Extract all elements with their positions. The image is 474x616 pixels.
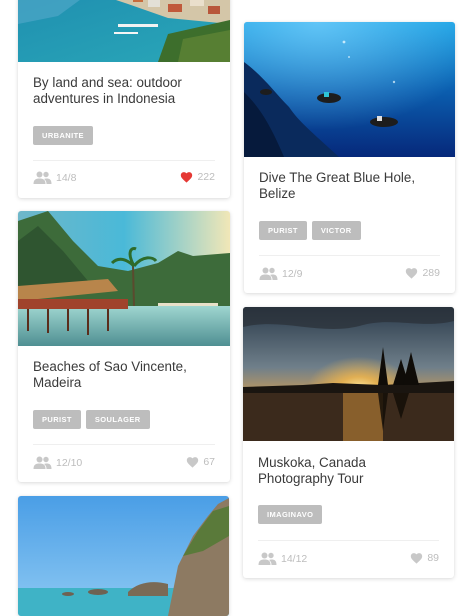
card-image[interactable] [243,307,454,441]
like-count[interactable]: 289 [405,267,440,279]
heart-icon[interactable] [186,456,199,468]
like-value: 222 [197,171,215,183]
card-title[interactable]: Muskoka, Canada Photography Tour [258,455,439,487]
heart-icon[interactable] [410,552,423,564]
travelers-count: 14/8 [33,171,76,184]
trip-card[interactable]: Muskoka, Canada Photography Tour IMAGINA… [243,307,454,578]
trip-card[interactable]: By land and sea: outdoor adventures in I… [18,0,230,198]
heart-icon[interactable] [405,267,418,279]
like-count[interactable]: 67 [186,456,215,468]
tag-badge[interactable]: PURIST [33,410,81,429]
people-icon [33,171,52,184]
people-icon [33,456,52,469]
trip-card[interactable] [18,496,229,616]
divider [33,160,215,161]
tag-badge[interactable]: URBANITE [33,126,93,145]
heart-icon[interactable] [180,171,193,183]
travelers-count: 14/12 [258,552,307,565]
divider [33,444,215,445]
card-image[interactable] [18,496,229,616]
travelers-value: 12/10 [56,456,83,469]
divider [258,540,439,541]
tag-badge[interactable]: SOULAGER [85,410,150,429]
travelers-value: 14/8 [56,171,77,184]
travelers-count: 12/9 [259,267,302,280]
travelers-value: 14/12 [281,552,308,565]
card-image[interactable] [18,211,230,346]
divider [259,255,440,256]
card-image[interactable] [18,0,230,62]
tag-badge[interactable]: PURIST [259,221,307,240]
trip-card[interactable]: Beaches of Sao Vincente, Madeira PURIST … [18,211,230,482]
card-title[interactable]: Dive The Great Blue Hole, Belize [259,170,440,202]
like-count[interactable]: 222 [180,171,215,183]
people-icon [258,552,277,565]
card-title[interactable]: By land and sea: outdoor adventures in I… [33,75,215,107]
card-image[interactable] [244,22,455,157]
people-icon [259,267,278,280]
tag-badge[interactable]: IMAGINAVO [258,505,323,524]
travelers-count: 12/10 [33,456,82,469]
like-value: 289 [422,267,440,279]
like-count[interactable]: 89 [410,552,439,564]
like-value: 67 [203,456,215,468]
travelers-value: 12/9 [282,267,303,280]
card-title[interactable]: Beaches of Sao Vincente, Madeira [33,359,215,391]
tag-badge[interactable]: VICTOR [311,221,361,240]
like-value: 89 [427,552,439,564]
trip-card[interactable]: Dive The Great Blue Hole, Belize PURIST … [244,22,455,293]
